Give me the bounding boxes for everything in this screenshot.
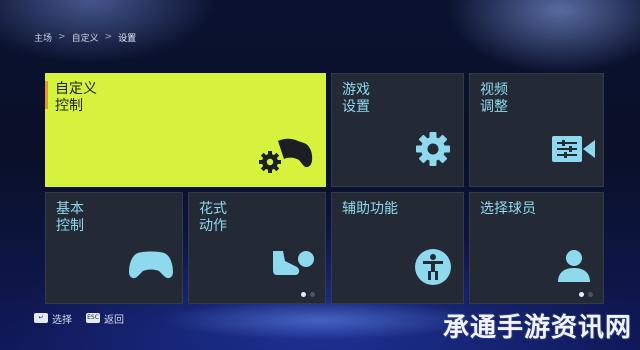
breadcrumb: 主场 > 自定义 > 设置 (34, 30, 136, 44)
select-label: 选择 (52, 314, 72, 326)
tile-label: 视频 调整 (480, 82, 508, 115)
accessibility-icon (415, 249, 451, 285)
page-indicator (301, 292, 315, 297)
breadcrumb-settings: 设置 (118, 33, 137, 44)
gamepad-gear-icon (259, 138, 313, 173)
tile-label: 辅助功能 (342, 201, 398, 217)
video-settings-icon (552, 136, 595, 162)
tile-label: 花式 动作 (199, 201, 227, 234)
breadcrumb-customize[interactable]: 自定义 (72, 31, 99, 44)
page-dot (588, 292, 593, 297)
tile-accessibility[interactable]: 辅助功能 (331, 192, 464, 304)
tile-game-settings[interactable]: 游戏 设置 (331, 73, 464, 187)
breadcrumb-separator: > (104, 32, 113, 42)
gamepad-icon (129, 251, 173, 279)
breadcrumb-separator: > (58, 32, 66, 42)
tile-video-adjust[interactable]: 视频 调整 (469, 73, 604, 187)
player-icon (558, 250, 590, 282)
tile-basic-controls[interactable]: 基本 控制 (45, 192, 183, 304)
gear-icon (416, 132, 450, 166)
tile-label: 基本 控制 (56, 201, 84, 234)
back-label: 返回 (104, 314, 124, 326)
stadium-light-glow (160, 300, 480, 340)
watermark: 承通手游资讯网 (442, 313, 632, 343)
breadcrumb-home[interactable]: 主场 (34, 31, 52, 44)
tile-skill-moves[interactable]: 花式 动作 (188, 192, 326, 304)
select-hint[interactable]: ↵ 选择 (34, 311, 72, 326)
tile-custom-controls[interactable]: 自定义 控制 (45, 73, 326, 187)
button-hints: ↵ 选择 ESC 返回 (34, 311, 132, 326)
back-hint[interactable]: ESC 返回 (86, 311, 124, 326)
tile-label: 游戏 设置 (342, 82, 370, 115)
page-indicator (579, 292, 593, 297)
tile-label: 选择球员 (480, 201, 536, 217)
page-dot-active (579, 292, 584, 297)
esc-key-icon: ESC (86, 313, 100, 323)
page-dot-active (301, 292, 306, 297)
boot-ball-icon (273, 251, 314, 275)
tile-label: 自定义 控制 (55, 81, 97, 114)
enter-key-icon: ↵ (34, 313, 48, 323)
tile-select-player[interactable]: 选择球员 (469, 192, 604, 304)
page-dot (310, 292, 315, 297)
